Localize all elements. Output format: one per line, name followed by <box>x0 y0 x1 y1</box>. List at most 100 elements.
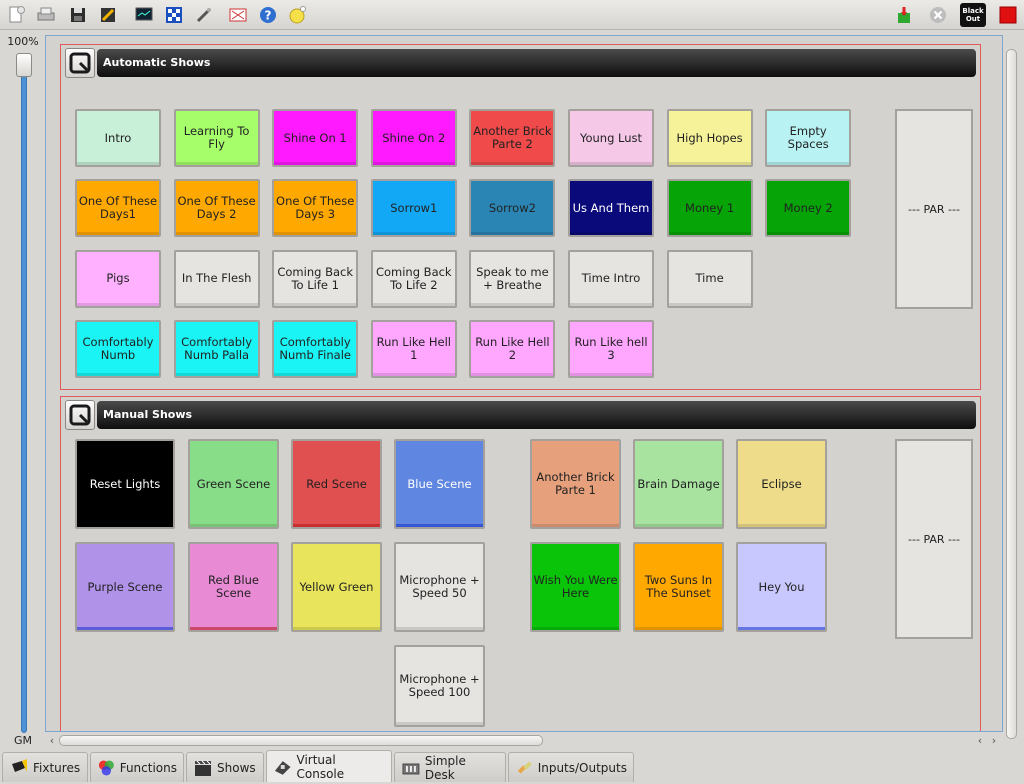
button-indicator-bar <box>372 162 455 165</box>
scroll-left-icon[interactable]: ‹ <box>973 733 987 749</box>
show-button-one-of-these-days-2[interactable]: One Of These Days 2 <box>173 179 260 238</box>
blackout-icon[interactable]: Black Out <box>960 3 986 27</box>
virtual-console-icon <box>274 760 291 775</box>
par-slider[interactable]: --- PAR --- <box>895 439 973 639</box>
par-slider[interactable]: --- PAR --- <box>895 109 973 309</box>
show-button-label: Intro <box>104 130 132 145</box>
show-button-two-suns-in-the-sunset[interactable]: Two Suns In The Sunset <box>633 542 724 632</box>
main-toolbar: ? Black Out <box>0 0 1024 30</box>
button-indicator-bar <box>668 302 751 306</box>
show-button-label: Comfortably Numb Palla <box>181 335 253 363</box>
red-stop-icon[interactable] <box>996 3 1020 27</box>
show-button-run-like-hell-2[interactable]: Run Like Hell 2 <box>469 320 556 379</box>
show-button-us-and-them[interactable]: Us And Them <box>568 179 654 238</box>
frame-collapse-icon[interactable] <box>65 400 95 430</box>
tab-shows[interactable]: Shows <box>186 752 264 782</box>
show-button-reset-lights[interactable]: Reset Lights <box>75 439 175 529</box>
show-button-blue-scene[interactable]: Blue Scene <box>394 439 485 529</box>
show-button-young-lust[interactable]: Young Lust <box>568 109 654 167</box>
show-button-run-like-hell-1[interactable]: Run Like Hell 1 <box>370 320 457 379</box>
show-button-eclipse[interactable]: Eclipse <box>736 439 827 529</box>
show-button-one-of-these-days-3[interactable]: One Of These Days 3 <box>272 179 359 238</box>
grand-master-slider[interactable] <box>21 57 27 733</box>
show-button-comfortably-numb[interactable]: Comfortably Numb <box>75 320 161 379</box>
scroll-left-icon[interactable]: ‹ <box>45 733 59 749</box>
horizontal-scroll-thumb[interactable] <box>59 735 543 746</box>
help-icon[interactable]: ? <box>256 3 280 27</box>
show-button-wish-you-were-here[interactable]: Wish You Were Here <box>530 542 621 632</box>
button-indicator-bar <box>570 232 652 236</box>
show-button-time[interactable]: Time <box>666 249 753 308</box>
show-button-brain-damage[interactable]: Brain Damage <box>633 439 724 529</box>
button-indicator-bar <box>190 524 277 527</box>
show-button-shine-on-1[interactable]: Shine On 1 <box>272 109 359 167</box>
show-button-money-2[interactable]: Money 2 <box>765 179 852 238</box>
frame-collapse-icon[interactable] <box>65 48 95 78</box>
wand-icon[interactable] <box>192 3 216 27</box>
par-slider-label: --- PAR --- <box>908 202 960 216</box>
show-button-money-1[interactable]: Money 1 <box>666 179 753 238</box>
show-button-red-blue-scene[interactable]: Red Blue Scene <box>188 542 279 632</box>
show-button-comfortably-numb-finale[interactable]: Comfortably Numb Finale <box>272 320 359 379</box>
show-button-label: One Of These Days 3 <box>276 194 355 222</box>
show-button-shine-on-2[interactable]: Shine On 2 <box>370 109 457 167</box>
horizontal-scrollbar[interactable]: ‹ ‹ › <box>45 733 1003 749</box>
button-indicator-bar <box>767 162 850 165</box>
monitor-icon[interactable] <box>132 3 156 27</box>
show-button-green-scene[interactable]: Green Scene <box>188 439 279 529</box>
show-button-label: Two Suns In The Sunset <box>644 573 713 600</box>
tab-simple-desk[interactable]: Simple Desk <box>394 752 506 782</box>
print-icon[interactable] <box>34 3 58 27</box>
virtual-console-area: Automatic Shows --- PAR --- Intro Learnin… <box>45 35 1003 732</box>
tab-virtual-console[interactable]: Virtual Console <box>266 750 392 782</box>
button-indicator-bar <box>570 302 652 306</box>
button-indicator-bar <box>77 627 173 630</box>
show-button-label: Purple Scene <box>87 579 163 594</box>
show-button-empty-spaces[interactable]: Empty Spaces <box>765 109 852 167</box>
show-button-microphone-speed-50[interactable]: Microphone + Speed 50 <box>394 542 485 632</box>
show-button-high-hopes[interactable]: High Hopes <box>666 109 753 167</box>
show-button-comfortably-numb-palla[interactable]: Comfortably Numb Palla <box>173 320 260 379</box>
tab-inputs-outputs[interactable]: Inputs/Outputs <box>508 752 634 782</box>
about-icon[interactable] <box>286 3 310 27</box>
par-slider-label: --- PAR --- <box>908 532 960 546</box>
live-edit-icon[interactable] <box>892 3 916 27</box>
scroll-right-icon[interactable]: › <box>987 733 1001 749</box>
show-button-label: Coming Back To Life 1 <box>277 264 353 292</box>
show-button-learning-to-fly[interactable]: Learning To Fly <box>173 109 260 167</box>
show-button-yellow-green[interactable]: Yellow Green <box>291 542 382 632</box>
save-icon[interactable] <box>66 3 90 27</box>
address-tool-icon[interactable] <box>162 3 186 27</box>
show-button-purple-scene[interactable]: Purple Scene <box>75 542 175 632</box>
show-button-pigs[interactable]: Pigs <box>75 249 161 308</box>
show-button-sorrow1[interactable]: Sorrow1 <box>370 179 457 238</box>
vertical-scrollbar[interactable] <box>1004 35 1020 739</box>
button-indicator-bar <box>396 524 483 527</box>
frame-header: Manual Shows <box>65 400 976 430</box>
show-button-red-scene[interactable]: Red Scene <box>291 439 382 529</box>
edit-mode-icon[interactable] <box>96 3 120 27</box>
show-button-in-the-flesh[interactable]: In The Flesh <box>173 249 260 308</box>
show-button-time-intro[interactable]: Time Intro <box>568 249 654 308</box>
vertical-scroll-thumb[interactable] <box>1006 49 1017 739</box>
show-button-intro[interactable]: Intro <box>75 109 161 167</box>
show-button-coming-back-to-life-2[interactable]: Coming Back To Life 2 <box>370 249 457 308</box>
tab-fixtures[interactable]: Fixtures <box>2 752 88 782</box>
stop-all-icon[interactable] <box>926 3 950 27</box>
button-indicator-bar <box>396 627 483 630</box>
fullscreen-icon[interactable] <box>226 3 250 27</box>
show-button-another-brick-parte-2[interactable]: Another Brick Parte 2 <box>469 109 556 167</box>
show-button-microphone-speed-100[interactable]: Microphone + Speed 100 <box>394 645 485 727</box>
show-button-run-like-hell-3[interactable]: Run Like hell 3 <box>568 320 654 379</box>
show-button-speak-to-me-breathe[interactable]: Speak to me + Breathe <box>469 249 556 308</box>
new-document-icon[interactable] <box>4 3 28 27</box>
show-button-sorrow2[interactable]: Sorrow2 <box>469 179 556 238</box>
button-indicator-bar <box>372 373 455 377</box>
bottom-tab-bar: Fixtures Functions Shows Virtual Console… <box>0 750 1024 784</box>
show-button-one-of-these-days1[interactable]: One Of These Days1 <box>75 179 161 238</box>
show-button-coming-back-to-life-1[interactable]: Coming Back To Life 1 <box>272 249 359 308</box>
show-button-another-brick-parte-1[interactable]: Another Brick Parte 1 <box>530 439 621 529</box>
grand-master-handle[interactable] <box>16 53 32 77</box>
tab-functions[interactable]: Functions <box>90 752 184 782</box>
show-button-hey-you[interactable]: Hey You <box>736 542 827 632</box>
